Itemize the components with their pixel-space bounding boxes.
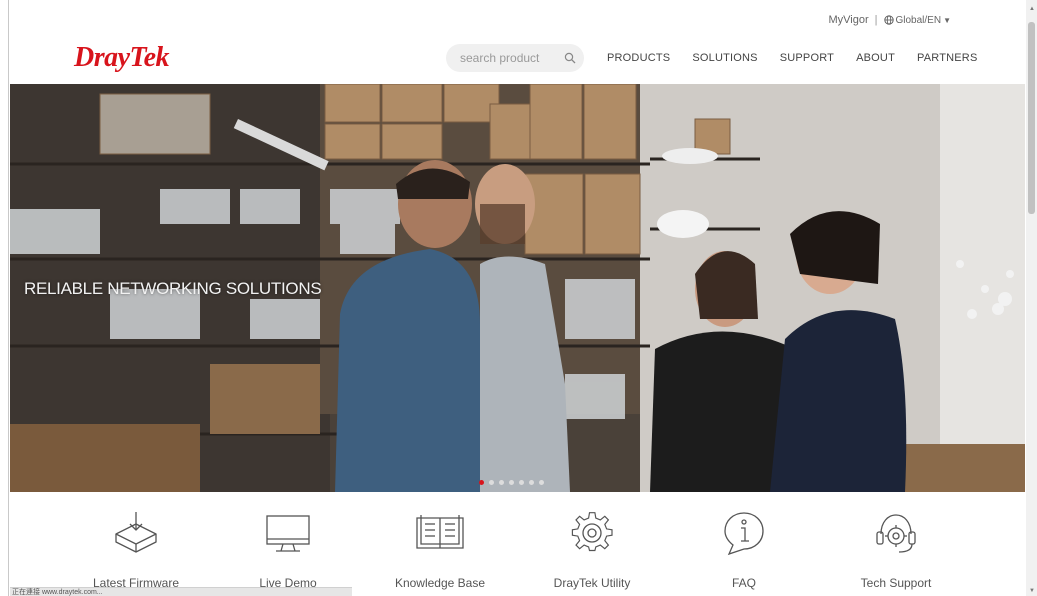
firmware-download-icon (115, 512, 157, 553)
carousel-dot[interactable] (529, 480, 534, 485)
hero-title: RELIABLE NETWORKING SOLUTIONS (24, 279, 322, 298)
carousel-dot[interactable] (509, 480, 514, 485)
feature-faq[interactable]: FAQ (668, 510, 820, 590)
caret-down-icon: ▼ (943, 15, 951, 25)
feature-tech-support[interactable]: Tech Support (820, 510, 972, 590)
myvigor-link[interactable]: MyVigor (828, 14, 868, 26)
utility-bar: MyVigor | Global/EN ▼ (828, 14, 951, 26)
carousel-dot[interactable] (499, 480, 504, 485)
carousel-dot[interactable] (519, 480, 524, 485)
nav-about[interactable]: ABOUT (856, 52, 895, 64)
feature-label: DrayTek Utility (553, 576, 631, 590)
nav-solutions[interactable]: SOLUTIONS (692, 52, 757, 64)
search-box (446, 44, 584, 72)
carousel-dot[interactable] (539, 480, 544, 485)
carousel-dot[interactable] (489, 480, 494, 485)
scrollbar-thumb[interactable] (1028, 22, 1035, 214)
draytek-logo[interactable]: DrayTek (74, 42, 170, 74)
monitor-icon (266, 515, 310, 552)
search-input[interactable] (458, 50, 562, 66)
feature-label: Tech Support (860, 576, 932, 590)
scroll-down-arrow-icon[interactable]: ▼ (1029, 588, 1035, 594)
carousel-dot[interactable] (479, 480, 484, 485)
feature-live-demo[interactable]: Live Demo (212, 510, 364, 590)
browser-status-bar: 正在連接 www.draytek.com... (10, 587, 352, 596)
quick-links: Latest Firmware Live Demo Knowledge Base… (60, 510, 980, 590)
utility-separator: | (874, 14, 878, 26)
feature-latest-firmware[interactable]: Latest Firmware (60, 510, 212, 590)
main-nav: PRODUCTS SOLUTIONS SUPPORT ABOUT PARTNER… (607, 52, 999, 64)
nav-support[interactable]: SUPPORT (780, 52, 834, 64)
gear-icon (571, 512, 613, 552)
page-scrollbar[interactable]: ▲ ▼ (1026, 0, 1037, 596)
page-left-border (8, 0, 9, 596)
globe-icon (883, 15, 894, 25)
scroll-up-arrow-icon[interactable]: ▲ (1029, 6, 1035, 12)
info-bubble-icon (724, 512, 764, 556)
headset-gear-icon (876, 514, 916, 553)
feature-label: Knowledge Base (394, 576, 486, 590)
nav-partners[interactable]: PARTNERS (917, 52, 977, 64)
open-book-icon (416, 515, 464, 549)
feature-knowledge-base[interactable]: Knowledge Base (364, 510, 516, 590)
language-label: Global/EN (895, 14, 942, 26)
carousel-dots (479, 480, 544, 485)
nav-products[interactable]: PRODUCTS (607, 52, 670, 64)
feature-label: FAQ (731, 576, 756, 590)
language-selector[interactable]: Global/EN ▼ (883, 14, 951, 26)
hero-banner[interactable]: RELIABLE NETWORKING SOLUTIONS (10, 84, 1025, 492)
search-icon[interactable] (564, 52, 576, 64)
feature-draytek-utility[interactable]: DrayTek Utility (516, 510, 668, 590)
